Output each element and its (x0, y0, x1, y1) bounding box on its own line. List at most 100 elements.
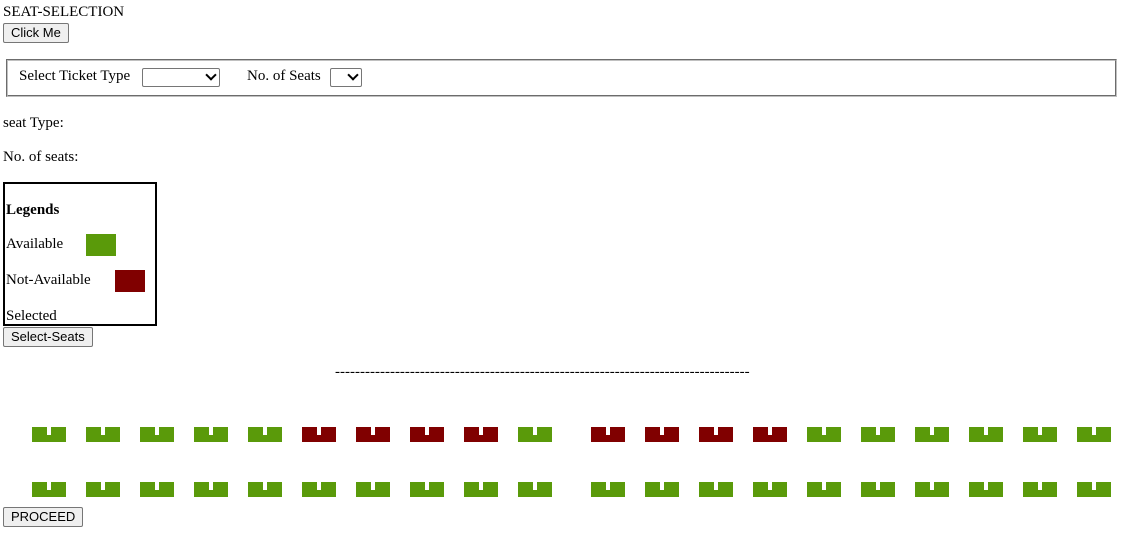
seat-notch (533, 482, 537, 490)
seat-notch (155, 482, 159, 490)
seat-notch (606, 482, 610, 490)
seat-1-7[interactable] (356, 427, 390, 442)
seat-2-13[interactable] (699, 482, 733, 497)
seat-notch (768, 427, 772, 435)
seat-2-8[interactable] (410, 482, 444, 497)
select-seats-button[interactable]: Select-Seats (3, 327, 93, 347)
seat-2-2[interactable] (86, 482, 120, 497)
num-seats-select[interactable] (330, 68, 362, 87)
seat-2-17[interactable] (915, 482, 949, 497)
legend-title: Legends (6, 202, 60, 218)
legend-available-label: Available (6, 236, 64, 252)
seat-1-2[interactable] (86, 427, 120, 442)
seat-1-19[interactable] (1023, 427, 1057, 442)
seat-2-10[interactable] (518, 482, 552, 497)
seat-1-18[interactable] (969, 427, 1003, 442)
seat-notch (822, 482, 826, 490)
seat-notch (533, 427, 537, 435)
seat-2-4[interactable] (194, 482, 228, 497)
click-me-button[interactable]: Click Me (3, 23, 69, 43)
seat-notch (768, 482, 772, 490)
seat-notch (660, 482, 664, 490)
seat-2-6[interactable] (302, 482, 336, 497)
seat-notch (1092, 427, 1096, 435)
seat-1-16[interactable] (861, 427, 895, 442)
seat-notch (101, 427, 105, 435)
seat-notch (371, 482, 375, 490)
seat-notch (317, 482, 321, 490)
ticket-type-label: Select Ticket Type (19, 68, 131, 84)
seat-notch (317, 427, 321, 435)
legend-box: Legends Available Not-Available Selected (3, 182, 157, 326)
seat-2-3[interactable] (140, 482, 174, 497)
seat-notch (209, 482, 213, 490)
available-swatch (86, 234, 116, 256)
seat-notch (263, 482, 267, 490)
seat-2-1[interactable] (32, 482, 66, 497)
seat-notch (155, 427, 159, 435)
seat-2-9[interactable] (464, 482, 498, 497)
seat-notch (47, 427, 51, 435)
seat-1-6[interactable] (302, 427, 336, 442)
chevron-down-icon (347, 69, 359, 81)
seat-2-7[interactable] (356, 482, 390, 497)
seat-1-14[interactable] (753, 427, 787, 442)
seat-notch (930, 427, 934, 435)
seat-1-3[interactable] (140, 427, 174, 442)
legend-selected-label: Selected (6, 308, 57, 324)
seat-notch (209, 427, 213, 435)
seat-notch (479, 427, 483, 435)
seat-1-15[interactable] (807, 427, 841, 442)
ticket-type-select[interactable] (142, 68, 220, 87)
page-title: SEAT-SELECTION (3, 4, 125, 20)
seat-1-8[interactable] (410, 427, 444, 442)
seat-2-12[interactable] (645, 482, 679, 497)
seat-2-14[interactable] (753, 482, 787, 497)
seat-notch (101, 482, 105, 490)
seat-notch (263, 427, 267, 435)
seat-1-13[interactable] (699, 427, 733, 442)
seat-notch (1092, 482, 1096, 490)
seat-2-19[interactable] (1023, 482, 1057, 497)
seat-notch (425, 482, 429, 490)
seat-2-5[interactable] (248, 482, 282, 497)
seat-notch (714, 427, 718, 435)
seat-notch (425, 427, 429, 435)
seat-1-4[interactable] (194, 427, 228, 442)
seat-1-5[interactable] (248, 427, 282, 442)
seat-1-9[interactable] (464, 427, 498, 442)
seat-1-1[interactable] (32, 427, 66, 442)
num-seats-text: No. of seats: (3, 149, 79, 165)
not-available-swatch (115, 270, 145, 292)
seat-notch (371, 427, 375, 435)
chevron-down-icon (205, 69, 217, 81)
seat-notch (479, 482, 483, 490)
seat-2-20[interactable] (1077, 482, 1111, 497)
seat-notch (822, 427, 826, 435)
seat-1-11[interactable] (591, 427, 625, 442)
seat-1-12[interactable] (645, 427, 679, 442)
seat-notch (984, 427, 988, 435)
seat-notch (930, 482, 934, 490)
seat-notch (876, 427, 880, 435)
seat-notch (984, 482, 988, 490)
seat-notch (1038, 427, 1042, 435)
seat-2-11[interactable] (591, 482, 625, 497)
seat-2-16[interactable] (861, 482, 895, 497)
seat-notch (606, 427, 610, 435)
seat-2-15[interactable] (807, 482, 841, 497)
seat-1-17[interactable] (915, 427, 949, 442)
ticket-form: Select Ticket Type No. of Seats (6, 59, 1117, 97)
seat-type-text: seat Type: (3, 115, 64, 131)
seat-notch (660, 427, 664, 435)
num-seats-label: No. of Seats (247, 68, 321, 84)
seat-notch (1038, 482, 1042, 490)
seat-notch (876, 482, 880, 490)
seat-1-10[interactable] (518, 427, 552, 442)
proceed-button[interactable]: PROCEED (3, 507, 84, 527)
seat-notch (714, 482, 718, 490)
legend-not-available-label: Not-Available (6, 272, 91, 288)
seat-notch (47, 482, 51, 490)
seat-2-18[interactable] (969, 482, 1003, 497)
seat-1-20[interactable] (1077, 427, 1111, 442)
